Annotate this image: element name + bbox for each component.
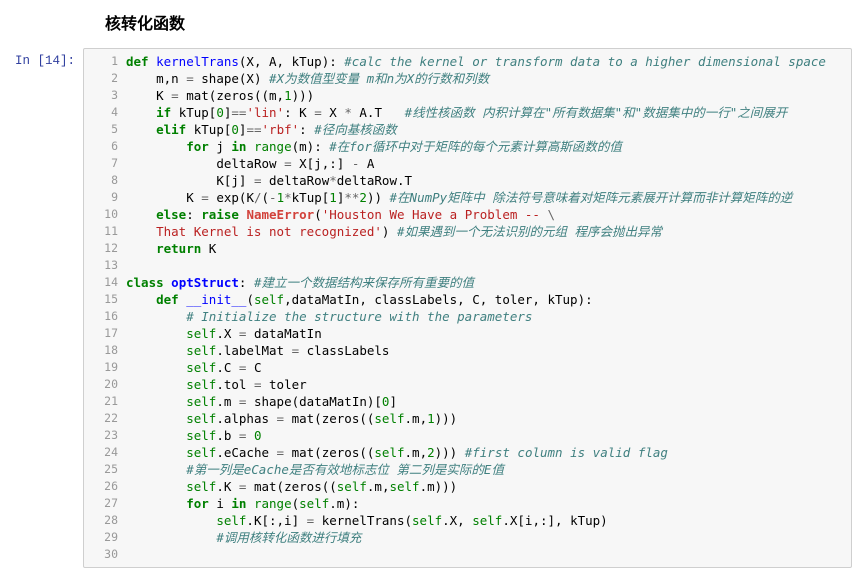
code-line[interactable]: 18 self.labelMat = classLabels — [84, 342, 851, 359]
code-content[interactable]: # Initialize the structure with the para… — [126, 308, 851, 325]
line-number: 26 — [84, 478, 126, 495]
code-line[interactable]: 23 self.b = 0 — [84, 427, 851, 444]
line-number: 2 — [84, 70, 126, 87]
code-line[interactable]: 9 K = exp(K/(-1*kTup[1]**2)) #在NumPy矩阵中 … — [84, 189, 851, 206]
code-line[interactable]: 10 else: raise NameError('Houston We Hav… — [84, 206, 851, 223]
code-content[interactable]: for i in range(self.m): — [126, 495, 851, 512]
code-content[interactable]: return K — [126, 240, 851, 257]
line-number: 10 — [84, 206, 126, 223]
cell-prompt: In [14]: — [0, 48, 83, 68]
code-content[interactable]: K = exp(K/(-1*kTup[1]**2)) #在NumPy矩阵中 除法… — [126, 189, 851, 206]
line-number: 9 — [84, 189, 126, 206]
line-number: 4 — [84, 104, 126, 121]
code-line[interactable]: 4 if kTup[0]=='lin': K = X * A.T #线性核函数 … — [84, 104, 851, 121]
code-content[interactable]: self.X = dataMatIn — [126, 325, 851, 342]
code-line[interactable]: 17 self.X = dataMatIn — [84, 325, 851, 342]
line-number: 5 — [84, 121, 126, 138]
code-line[interactable]: 29 #调用核转化函数进行填充 — [84, 529, 851, 546]
code-line[interactable]: 24 self.eCache = mat(zeros((self.m,2))) … — [84, 444, 851, 461]
code-content[interactable]: self.alphas = mat(zeros((self.m,1))) — [126, 410, 851, 427]
line-number: 21 — [84, 393, 126, 410]
code-line[interactable]: 28 self.K[:,i] = kernelTrans(self.X, sel… — [84, 512, 851, 529]
line-number: 18 — [84, 342, 126, 359]
code-line[interactable]: 5 elif kTup[0]=='rbf': #径向基核函数 — [84, 121, 851, 138]
line-number: 15 — [84, 291, 126, 308]
code-content[interactable]: self.K[:,i] = kernelTrans(self.X, self.X… — [126, 512, 851, 529]
line-number: 25 — [84, 461, 126, 478]
line-number: 8 — [84, 172, 126, 189]
notebook-container: 核转化函数 In [14]: 1def kernelTrans(X, A, kT… — [0, 0, 856, 568]
code-content[interactable]: That Kernel is not recognized') #如果遇到一个无… — [126, 223, 851, 240]
code-line[interactable]: 26 self.K = mat(zeros((self.m,self.m))) — [84, 478, 851, 495]
line-number: 1 — [84, 53, 126, 70]
line-number: 6 — [84, 138, 126, 155]
code-line[interactable]: 7 deltaRow = X[j,:] - A — [84, 155, 851, 172]
code-line[interactable]: 20 self.tol = toler — [84, 376, 851, 393]
code-content[interactable]: if kTup[0]=='lin': K = X * A.T #线性核函数 内积… — [126, 104, 851, 121]
code-line[interactable]: 21 self.m = shape(dataMatIn)[0] — [84, 393, 851, 410]
line-number: 23 — [84, 427, 126, 444]
code-content[interactable]: self.labelMat = classLabels — [126, 342, 851, 359]
code-line[interactable]: 30 — [84, 546, 851, 563]
code-content[interactable]: def kernelTrans(X, A, kTup): #calc the k… — [126, 53, 851, 70]
code-content[interactable]: self.K = mat(zeros((self.m,self.m))) — [126, 478, 851, 495]
code-line[interactable]: 15 def __init__(self,dataMatIn, classLab… — [84, 291, 851, 308]
code-content[interactable]: self.m = shape(dataMatIn)[0] — [126, 393, 851, 410]
code-line[interactable]: 16 # Initialize the structure with the p… — [84, 308, 851, 325]
code-content[interactable]: else: raise NameError('Houston We Have a… — [126, 206, 851, 223]
code-line[interactable]: 3 K = mat(zeros((m,1))) — [84, 87, 851, 104]
line-number: 27 — [84, 495, 126, 512]
code-content[interactable]: m,n = shape(X) #X为数值型变量 m和n为X的行数和列数 — [126, 70, 851, 87]
code-content[interactable]: self.tol = toler — [126, 376, 851, 393]
code-line[interactable]: 1def kernelTrans(X, A, kTup): #calc the … — [84, 53, 851, 70]
code-line[interactable]: 14class optStruct: #建立一个数据结构来保存所有重要的值 — [84, 274, 851, 291]
code-line[interactable]: 6 for j in range(m): #在for循环中对于矩阵的每个元素计算… — [84, 138, 851, 155]
code-line[interactable]: 11 That Kernel is not recognized') #如果遇到… — [84, 223, 851, 240]
code-content[interactable]: deltaRow = X[j,:] - A — [126, 155, 851, 172]
code-content[interactable]: elif kTup[0]=='rbf': #径向基核函数 — [126, 121, 851, 138]
code-line[interactable]: 8 K[j] = deltaRow*deltaRow.T — [84, 172, 851, 189]
code-content[interactable] — [126, 546, 851, 563]
line-number: 11 — [84, 223, 126, 240]
line-number: 13 — [84, 257, 126, 274]
line-number: 3 — [84, 87, 126, 104]
code-content[interactable]: #调用核转化函数进行填充 — [126, 529, 851, 546]
code-cell: In [14]: 1def kernelTrans(X, A, kTup): #… — [0, 48, 856, 568]
code-content[interactable]: self.b = 0 — [126, 427, 851, 444]
code-line[interactable]: 12 return K — [84, 240, 851, 257]
code-content[interactable] — [126, 257, 851, 274]
code-line[interactable]: 19 self.C = C — [84, 359, 851, 376]
section-heading: 核转化函数 — [0, 0, 856, 48]
code-content[interactable]: class optStruct: #建立一个数据结构来保存所有重要的值 — [126, 274, 851, 291]
code-content[interactable]: K = mat(zeros((m,1))) — [126, 87, 851, 104]
code-content[interactable]: K[j] = deltaRow*deltaRow.T — [126, 172, 851, 189]
line-number: 17 — [84, 325, 126, 342]
code-content[interactable]: for j in range(m): #在for循环中对于矩阵的每个元素计算高斯… — [126, 138, 851, 155]
line-number: 14 — [84, 274, 126, 291]
code-content[interactable]: def __init__(self,dataMatIn, classLabels… — [126, 291, 851, 308]
line-number: 28 — [84, 512, 126, 529]
line-number: 24 — [84, 444, 126, 461]
code-line[interactable]: 2 m,n = shape(X) #X为数值型变量 m和n为X的行数和列数 — [84, 70, 851, 87]
code-content[interactable]: self.C = C — [126, 359, 851, 376]
code-line[interactable]: 22 self.alphas = mat(zeros((self.m,1))) — [84, 410, 851, 427]
line-number: 30 — [84, 546, 126, 563]
line-number: 16 — [84, 308, 126, 325]
code-line[interactable]: 27 for i in range(self.m): — [84, 495, 851, 512]
code-content[interactable]: self.eCache = mat(zeros((self.m,2))) #fi… — [126, 444, 851, 461]
code-area[interactable]: 1def kernelTrans(X, A, kTup): #calc the … — [83, 48, 852, 568]
code-line[interactable]: 13 — [84, 257, 851, 274]
code-line[interactable]: 25 #第一列是eCache是否有效地标志位 第二列是实际的E值 — [84, 461, 851, 478]
line-number: 7 — [84, 155, 126, 172]
line-number: 19 — [84, 359, 126, 376]
code-content[interactable]: #第一列是eCache是否有效地标志位 第二列是实际的E值 — [126, 461, 851, 478]
line-number: 29 — [84, 529, 126, 546]
line-number: 12 — [84, 240, 126, 257]
line-number: 22 — [84, 410, 126, 427]
line-number: 20 — [84, 376, 126, 393]
